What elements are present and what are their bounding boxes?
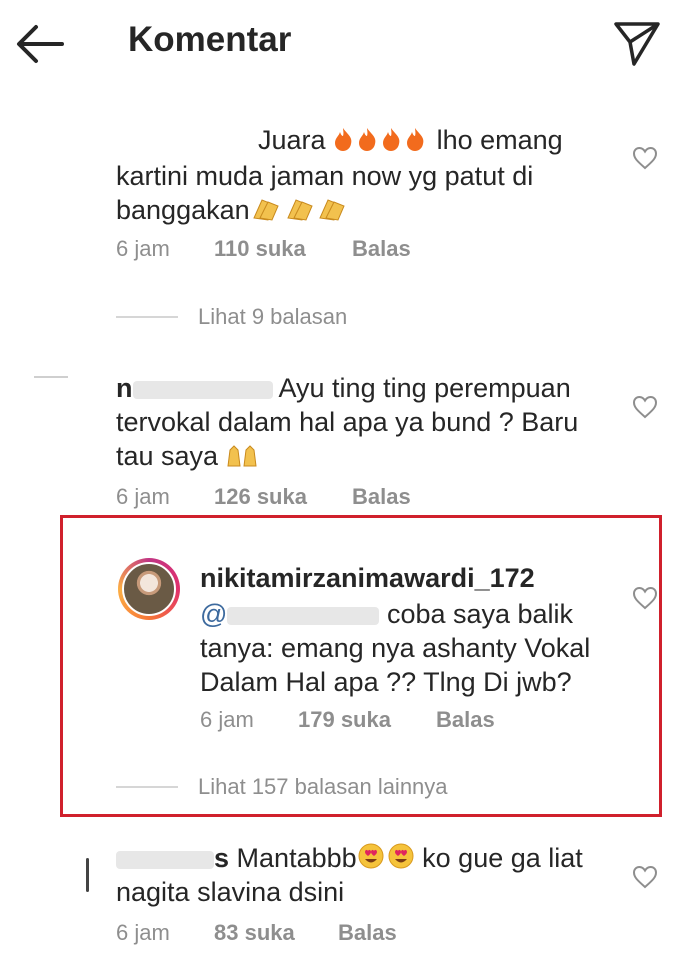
arrow-left-icon[interactable] — [14, 22, 66, 66]
comment-text: tau saya — [116, 441, 219, 471]
username[interactable]: s — [214, 843, 229, 873]
comment-text: Juara — [258, 125, 326, 155]
redacted-username — [132, 380, 273, 399]
fire-emoji — [333, 125, 429, 162]
comment-text: tervokal dalam hal apa ya bund ? Baru — [116, 407, 579, 437]
avatar-edge — [86, 858, 89, 892]
clap-emoji — [250, 195, 348, 232]
comment-time: 6 jam — [116, 920, 170, 945]
view-replies-link[interactable]: Lihat 9 balasan — [198, 304, 347, 330]
comment-text: lho emang — [436, 125, 563, 155]
comment-text: Ayu ting ting perempuan — [278, 373, 571, 403]
heart-eyes-emoji — [357, 842, 415, 880]
comment-text: banggakan — [116, 195, 250, 225]
redacted-username — [116, 850, 214, 869]
comment-time: 6 jam — [116, 236, 170, 261]
top-bar: Komentar — [0, 0, 700, 90]
comment-time: 6 jam — [116, 484, 170, 509]
reply-button[interactable]: Balas — [352, 484, 411, 510]
heart-icon[interactable] — [632, 395, 658, 419]
paper-plane-icon[interactable] — [612, 18, 662, 68]
highlight-box — [60, 515, 662, 817]
page-title: Komentar — [128, 20, 292, 59]
reply-button[interactable]: Balas — [352, 236, 411, 262]
divider — [116, 316, 178, 318]
comment-text: nagita slavina dsini — [116, 877, 345, 907]
avatar-edge — [34, 376, 68, 378]
like-count[interactable]: 83 suka — [214, 920, 295, 946]
comment-text: ko gue ga liat — [422, 843, 583, 873]
heart-icon[interactable] — [632, 865, 658, 889]
comment-text: kartini muda jaman now yg patut di — [116, 161, 534, 191]
like-count[interactable]: 126 suka — [214, 484, 307, 510]
reply-button[interactable]: Balas — [338, 920, 397, 946]
username[interactable]: n — [116, 373, 133, 403]
raised-hands-emoji — [226, 441, 258, 478]
comment-text: Mantabbb — [236, 843, 357, 873]
like-count[interactable]: 110 suka — [214, 236, 306, 262]
heart-icon[interactable] — [632, 146, 658, 170]
